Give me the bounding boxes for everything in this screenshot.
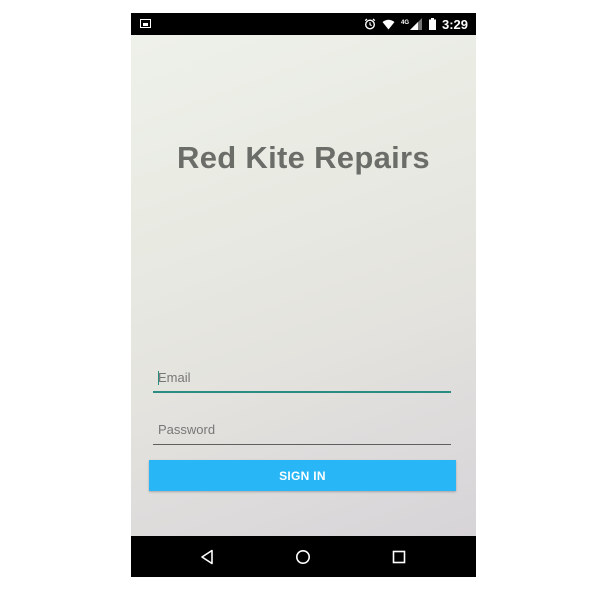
battery-icon (428, 18, 436, 30)
back-button[interactable] (177, 536, 237, 577)
email-input[interactable] (153, 363, 451, 391)
password-field-container (153, 415, 451, 445)
password-input[interactable] (153, 415, 451, 444)
email-field-container (153, 363, 451, 393)
wifi-icon (382, 19, 395, 29)
image-notification-icon (140, 19, 151, 28)
status-time: 3:29 (441, 16, 468, 32)
home-icon (296, 549, 310, 564)
app-title: Red Kite Repairs (177, 140, 430, 175)
status-icons: 4G 3:29 (364, 13, 468, 35)
login-screen: Red Kite Repairs SIGN IN (131, 35, 476, 536)
navigation-bar (131, 536, 476, 577)
recents-button[interactable] (369, 536, 429, 577)
phone-screen: 4G 3:29 Red Kite Repairs SIGN IN (131, 13, 476, 577)
status-bar: 4G 3:29 (131, 13, 476, 35)
home-button[interactable] (273, 536, 333, 577)
recents-icon (392, 550, 406, 563)
sign-in-button[interactable]: SIGN IN (149, 460, 456, 491)
text-cursor (158, 371, 159, 385)
signal-icon: 4G (401, 18, 422, 30)
svg-text:4G: 4G (401, 20, 409, 26)
alarm-icon (364, 18, 376, 30)
back-icon (201, 549, 213, 564)
